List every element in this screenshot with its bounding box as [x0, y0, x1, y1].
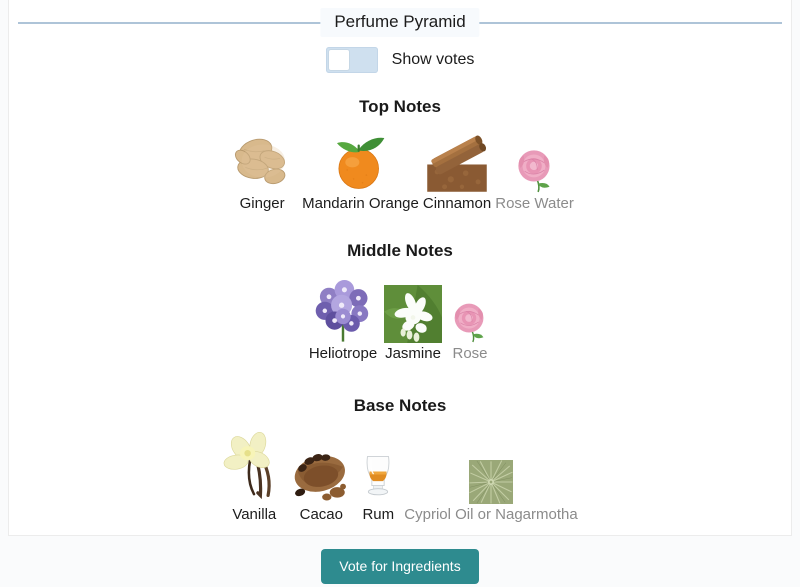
- ingredient-label: Jasmine: [385, 345, 441, 362]
- ingredient-row: Vanilla Cacao Rum Cypriol Oil or Nagarmotha: [0, 428, 800, 524]
- ingredient-label: Cinnamon: [422, 195, 492, 212]
- cinnamon-image: [426, 131, 488, 193]
- ingredient-jasmine[interactable]: Jasmine: [382, 285, 444, 363]
- ingredient-label: Cacao: [299, 506, 343, 523]
- ingredient-cinnamon[interactable]: Cinnamon: [421, 131, 493, 213]
- nagarmotha-image: [469, 460, 513, 504]
- vote-for-ingredients-button[interactable]: Vote for Ingredients: [321, 549, 479, 584]
- section-title: Top Notes: [359, 97, 441, 116]
- ingredient-label: Cypriol Oil or Nagarmotha: [404, 506, 578, 523]
- section-base-notes: Base Notes Vanilla Cacao Rum Cypriol Oil or…: [0, 395, 800, 524]
- ingredient-row: Ginger Mandarin Orange Cinnamon Rose Water: [0, 129, 800, 213]
- jasmine-image: [384, 285, 442, 343]
- page-title: Perfume Pyramid: [320, 8, 480, 37]
- show-votes-toggle[interactable]: [325, 47, 378, 73]
- ingredient-ginger[interactable]: Ginger: [224, 129, 300, 213]
- ingredient-label: Vanilla: [232, 506, 277, 523]
- cacao-image: [290, 446, 352, 504]
- ingredient-label: Rose Water: [495, 195, 574, 212]
- ingredient-vanilla[interactable]: Vanilla: [220, 428, 288, 524]
- ingredient-rose[interactable]: Rose: [444, 295, 496, 363]
- ingredient-label: Rose: [452, 345, 488, 362]
- section-title: Base Notes: [353, 396, 447, 415]
- panel-rule-right: [476, 22, 782, 24]
- ingredient-label: Rum: [362, 506, 395, 523]
- rum-glass-image: [356, 446, 400, 504]
- section-title: Middle Notes: [347, 241, 453, 260]
- ingredient-cacao[interactable]: Cacao: [288, 446, 354, 524]
- ingredient-cypriol-oil-or-nagarmotha[interactable]: Cypriol Oil or Nagarmotha: [402, 460, 579, 524]
- ingredient-label: Ginger: [239, 195, 285, 212]
- ginger-image: [226, 129, 298, 193]
- ingredient-rose-water[interactable]: Rose Water: [493, 141, 576, 213]
- ingredient-label: Heliotrope: [308, 345, 378, 362]
- toggle-knob-icon: [328, 50, 349, 70]
- ingredient-heliotrope[interactable]: Heliotrope: [304, 273, 382, 363]
- show-votes-label: Show votes: [391, 51, 475, 68]
- show-votes-row: Show votes: [0, 47, 800, 73]
- panel-header: Perfume Pyramid: [0, 8, 800, 38]
- heliotrope-image: [306, 273, 380, 343]
- vanilla-image: [222, 428, 286, 504]
- mandarin-orange-image: [328, 129, 392, 193]
- ingredient-mandarin-orange[interactable]: Mandarin Orange: [300, 129, 421, 213]
- rose-water-image: [509, 141, 561, 193]
- panel-rule-left: [18, 22, 324, 24]
- section-top-notes: Top Notes Ginger Mandarin Orange Cinnamon R…: [0, 96, 800, 213]
- section-middle-notes: Middle Notes Heliotrope Jasmine Rose: [0, 240, 800, 363]
- rose-image: [446, 295, 494, 343]
- ingredient-label: Mandarin Orange: [302, 195, 419, 212]
- ingredient-rum[interactable]: Rum: [354, 446, 402, 524]
- ingredient-row: Heliotrope Jasmine Rose: [0, 273, 800, 363]
- footer: Vote for Ingredients: [0, 549, 800, 584]
